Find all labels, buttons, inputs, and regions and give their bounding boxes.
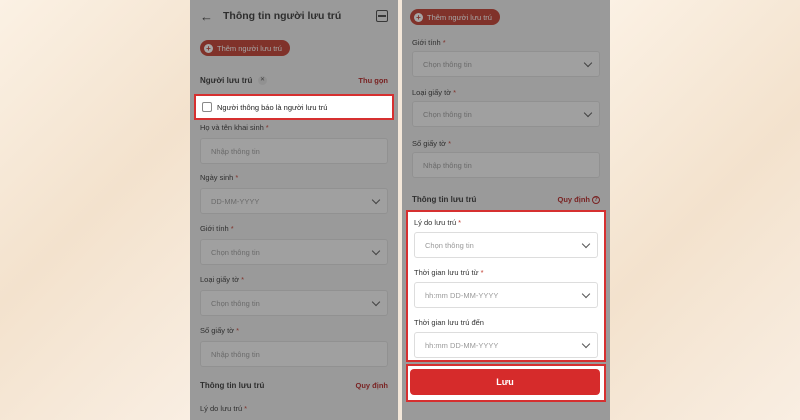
chevron-down-icon (371, 195, 381, 205)
stay-section-header: Thông tin lưu trú Quy định? (412, 195, 600, 207)
chevron-down-icon (583, 108, 593, 118)
gender-select[interactable]: Chọn thông tin (200, 239, 388, 265)
document-number-label: Số giấy tờ * (200, 326, 240, 335)
right-phone-screen: + Thêm người lưu trú Giới tính * Chọn thô… (402, 0, 610, 420)
stay-section-header: Thông tin lưu trú Quy định (200, 381, 388, 393)
stay-to-label: Thời gian lưu trú đến (414, 318, 484, 327)
collapse-link[interactable]: Thu gọn (358, 76, 388, 85)
chevron-down-icon (371, 246, 381, 256)
document-type-label: Loại giấy tờ * (412, 88, 457, 97)
document-type-placeholder: Chọn thông tin (423, 109, 472, 119)
stay-to-input[interactable]: hh:mm DD-MM-YYYY (414, 332, 598, 358)
add-guest-button[interactable]: + Thêm người lưu trú (410, 9, 500, 25)
document-type-placeholder: Chọn thông tin (211, 298, 260, 308)
birth-date-label: Ngày sinh * (200, 173, 239, 182)
stay-to-placeholder: hh:mm DD-MM-YYYY (425, 340, 499, 350)
scan-icon[interactable] (376, 10, 388, 22)
save-button[interactable]: Lưu (410, 369, 600, 395)
gender-label: Giới tính * (200, 224, 234, 233)
plus-icon: + (204, 43, 213, 53)
document-number-input[interactable]: Nhập thông tin (412, 152, 600, 178)
background-right (610, 0, 800, 420)
gender-label: Giới tính * (412, 38, 446, 47)
save-highlight: Lưu (406, 364, 606, 402)
birth-date-placeholder: DD-MM-YYYY (211, 196, 260, 206)
document-number-placeholder: Nhập thông tin (211, 349, 260, 359)
informant-is-guest-label: Người thông báo là người lưu trú (217, 102, 328, 112)
stay-reason-select[interactable]: Chọn thông tin (414, 232, 598, 258)
stay-section-title: Thông tin lưu trú (412, 195, 477, 204)
remove-guest-icon[interactable]: ✕ (258, 76, 267, 85)
stay-from-input[interactable]: hh:mm DD-MM-YYYY (414, 282, 598, 308)
chevron-down-icon (581, 239, 591, 249)
page-title: Thông tin người lưu trú (223, 10, 342, 22)
document-number-placeholder: Nhập thông tin (423, 160, 472, 170)
document-number-label: Số giấy tờ * (412, 139, 452, 148)
stay-reason-label: Lý do lưu trú * (200, 404, 248, 413)
informant-is-guest-row[interactable]: Người thông báo là người lưu trú (194, 94, 394, 120)
chevron-down-icon (583, 58, 593, 68)
gender-placeholder: Chọn thông tin (423, 59, 472, 69)
plus-icon: + (414, 12, 423, 22)
back-arrow-icon[interactable]: ← (200, 9, 213, 24)
stay-from-placeholder: hh:mm DD-MM-YYYY (425, 290, 499, 300)
gender-select[interactable]: Chọn thông tin (412, 51, 600, 77)
full-name-input[interactable]: Nhập thông tin (200, 138, 388, 164)
guest-section-header: Người lưu trú ✕ Thu gọn (200, 76, 388, 88)
add-guest-label: Thêm người lưu trú (217, 43, 282, 53)
background-left (0, 0, 190, 420)
rules-link[interactable]: Quy định (356, 381, 389, 390)
stay-from-label: Thời gian lưu trú từ * (414, 268, 484, 277)
help-icon: ? (592, 196, 600, 205)
stay-reason-placeholder: Chọn thông tin (425, 240, 474, 250)
add-guest-button[interactable]: + Thêm người lưu trú (200, 40, 290, 56)
guest-section-title: Người lưu trú (200, 76, 253, 85)
full-name-label: Họ và tên khai sinh * (200, 123, 269, 132)
informant-is-guest-checkbox[interactable] (202, 102, 212, 112)
full-name-placeholder: Nhập thông tin (211, 146, 260, 156)
app-header: ← Thông tin người lưu trú (190, 0, 398, 34)
chevron-down-icon (581, 339, 591, 349)
left-phone-screen: ← Thông tin người lưu trú + Thêm người l… (190, 0, 398, 420)
gender-placeholder: Chọn thông tin (211, 247, 260, 257)
chevron-down-icon (581, 289, 591, 299)
chevron-down-icon (371, 297, 381, 307)
document-type-select[interactable]: Chọn thông tin (412, 101, 600, 127)
document-type-label: Loại giấy tờ * (200, 275, 245, 284)
stay-details-highlight: Lý do lưu trú * Chọn thông tin Thời gian … (406, 210, 606, 362)
rules-link[interactable]: Quy định? (558, 195, 600, 205)
birth-date-input[interactable]: DD-MM-YYYY (200, 188, 388, 214)
document-number-input[interactable]: Nhập thông tin (200, 341, 388, 367)
document-type-select[interactable]: Chọn thông tin (200, 290, 388, 316)
stay-section-title: Thông tin lưu trú (200, 381, 265, 390)
add-guest-label: Thêm người lưu trú (427, 12, 492, 22)
stay-reason-label: Lý do lưu trú * (414, 218, 462, 227)
